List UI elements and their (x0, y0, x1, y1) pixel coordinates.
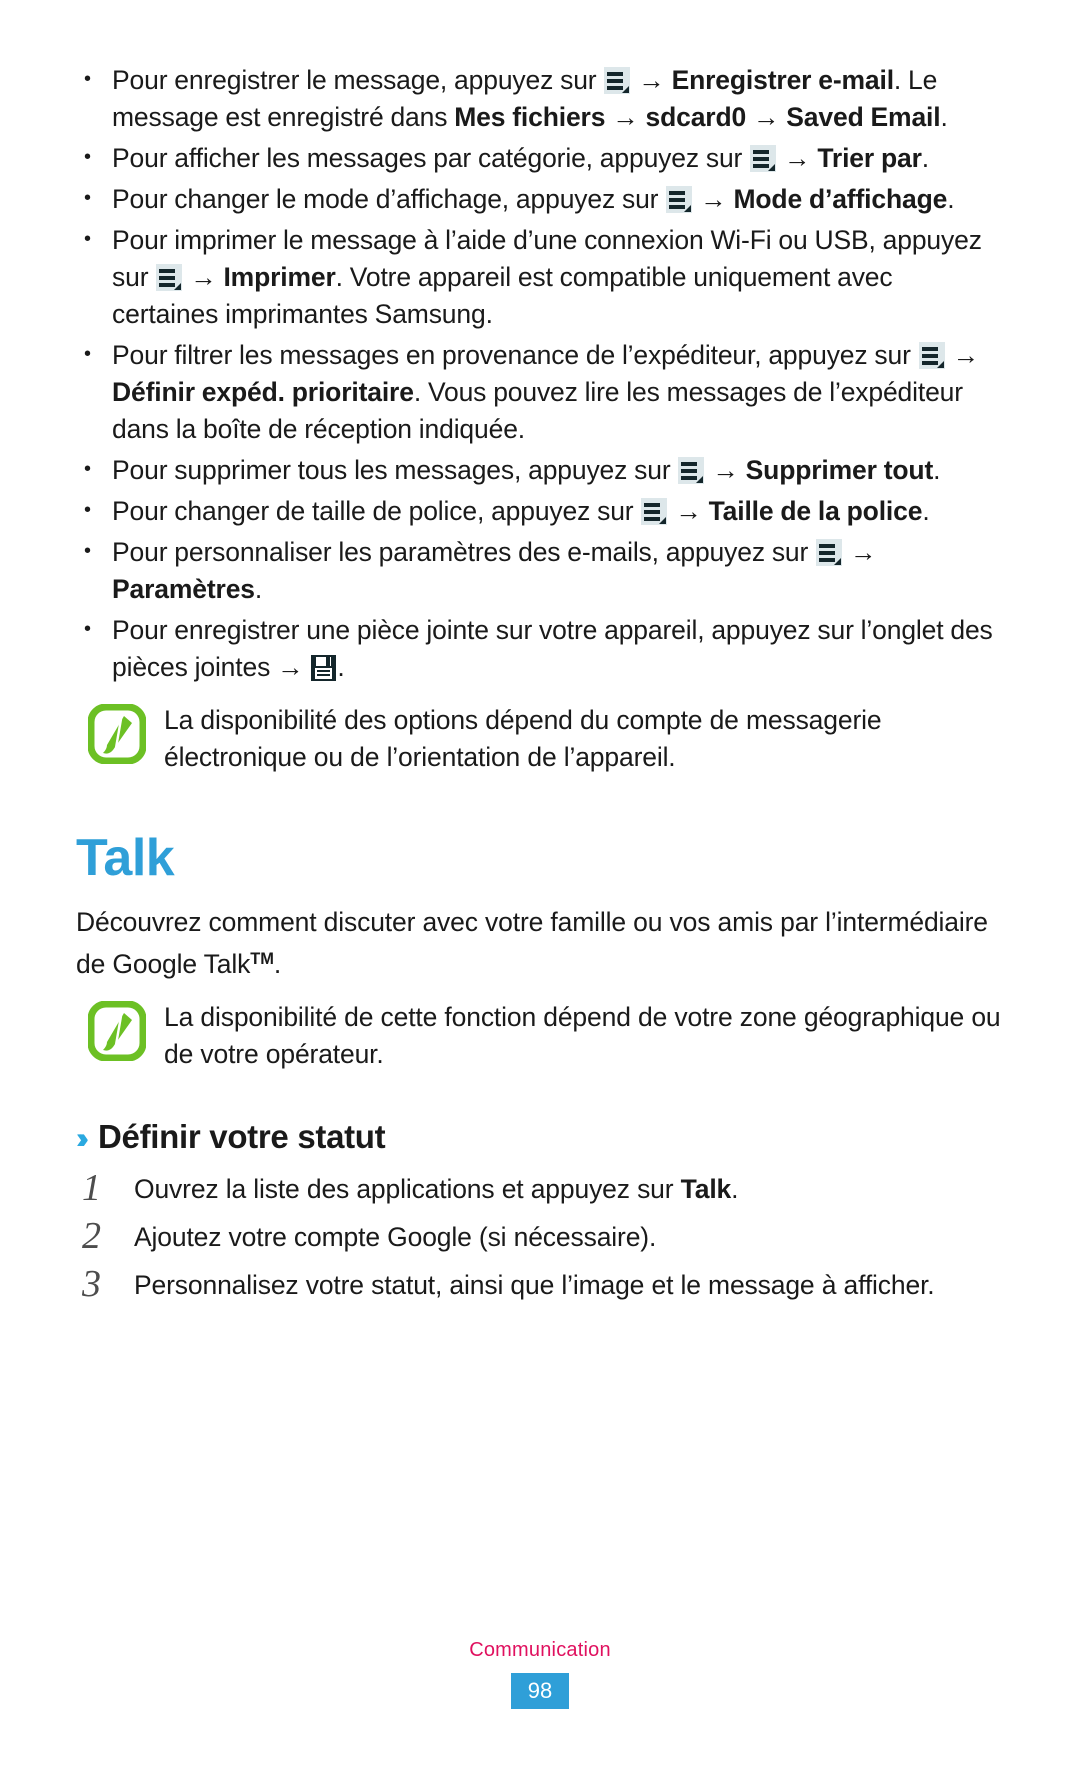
menu-icon (918, 342, 945, 369)
section-heading-label: Définir votre statut (97, 1118, 386, 1156)
page-title: Talk (76, 829, 175, 887)
menu-icon (641, 498, 668, 525)
note-pencil-icon (87, 703, 147, 765)
page-number-badge: 98 (511, 1672, 569, 1709)
bullet-item-view-mode: Pour changer le mode d’affichage, appuye… (76, 180, 1004, 218)
menu-icon (678, 457, 705, 484)
menu-icon (750, 145, 777, 172)
step-item: 2 Ajoutez votre compte Google (si nécessa… (82, 1215, 657, 1258)
chapter-intro: Découvrez comment discuter avec votre fa… (76, 904, 1004, 983)
step-item: 3 Personnalisez votre statut, ainsi que l… (82, 1263, 935, 1306)
bullet-item-sort-by: Pour afficher les messages par catégorie… (76, 139, 1004, 177)
chapter-intro-period: . (273, 949, 282, 980)
bullet-item-save-attachment: Pour enregistrer une pièce jointe sur vo… (76, 611, 1004, 686)
emphasis-text: sdcard0 (645, 102, 747, 132)
menu-icon (816, 539, 843, 566)
page-footer: Communication 98 (0, 1639, 1080, 1709)
menu-icon (156, 264, 183, 291)
emphasis-text: Mes fichiers (454, 102, 606, 132)
note-box-talk: La disponibilité de cette fonction dépen… (76, 997, 1004, 1073)
note-box-email-options: La disponibilité des options dépend du c… (76, 700, 1004, 776)
set-status-steps: 1 Ouvrez la liste des applications et app… (76, 1167, 1004, 1306)
emphasis-text: Paramètres (112, 574, 255, 604)
menu-icon (604, 67, 631, 94)
emphasis-text: Mode d’affichage (733, 184, 948, 214)
chevron-right-icon: ›› (76, 1122, 89, 1156)
note-pencil-icon (87, 1000, 147, 1062)
note-text-email-options: La disponibilité des options dépend du c… (164, 705, 882, 772)
step-number: 2 (82, 1215, 101, 1258)
email-options-bullet-list: Pour enregistrer le message, appuyez sur… (76, 61, 1004, 686)
step-number: 3 (82, 1263, 101, 1306)
step-item: 1 Ouvrez la liste des applications et app… (82, 1167, 739, 1210)
emphasis-text: Talk (680, 1174, 732, 1205)
emphasis-text: Trier par (817, 143, 922, 173)
footer-chapter-label: Communication (469, 1638, 611, 1661)
bullet-item-delete-all: Pour supprimer tous les messages, appuye… (76, 451, 1004, 489)
section-heading-set-status: ›› Définir votre statut (76, 1118, 1004, 1156)
trademark-mark: TM (250, 950, 274, 968)
emphasis-text: Supprimer tout (745, 455, 934, 485)
save-floppy-icon (311, 655, 337, 681)
emphasis-text: Imprimer (223, 262, 336, 292)
bullet-item-settings: Pour personnaliser les paramètres des e-… (76, 533, 1004, 608)
document-page: Pour enregistrer le message, appuyez sur… (0, 0, 1080, 1771)
bullet-item-save-email: Pour enregistrer le message, appuyez sur… (76, 61, 1004, 136)
note-text-talk: La disponibilité de cette fonction dépen… (164, 1002, 1001, 1070)
emphasis-text: Taille de la police (708, 496, 923, 526)
emphasis-text: Enregistrer e-mail (671, 65, 894, 95)
emphasis-text: Définir expéd. prioritaire (112, 377, 414, 407)
bullet-item-font-size: Pour changer de taille de police, appuye… (76, 492, 1004, 530)
menu-icon (666, 186, 693, 213)
emphasis-text: Saved Email (786, 102, 941, 132)
bullet-item-print: Pour imprimer le message à l’aide d’une … (76, 221, 1004, 333)
bullet-item-priority-sender: Pour filtrer les messages en provenance … (76, 336, 1004, 448)
chapter-intro-text: Découvrez comment discuter avec votre fa… (76, 907, 988, 980)
step-number: 1 (82, 1167, 101, 1210)
